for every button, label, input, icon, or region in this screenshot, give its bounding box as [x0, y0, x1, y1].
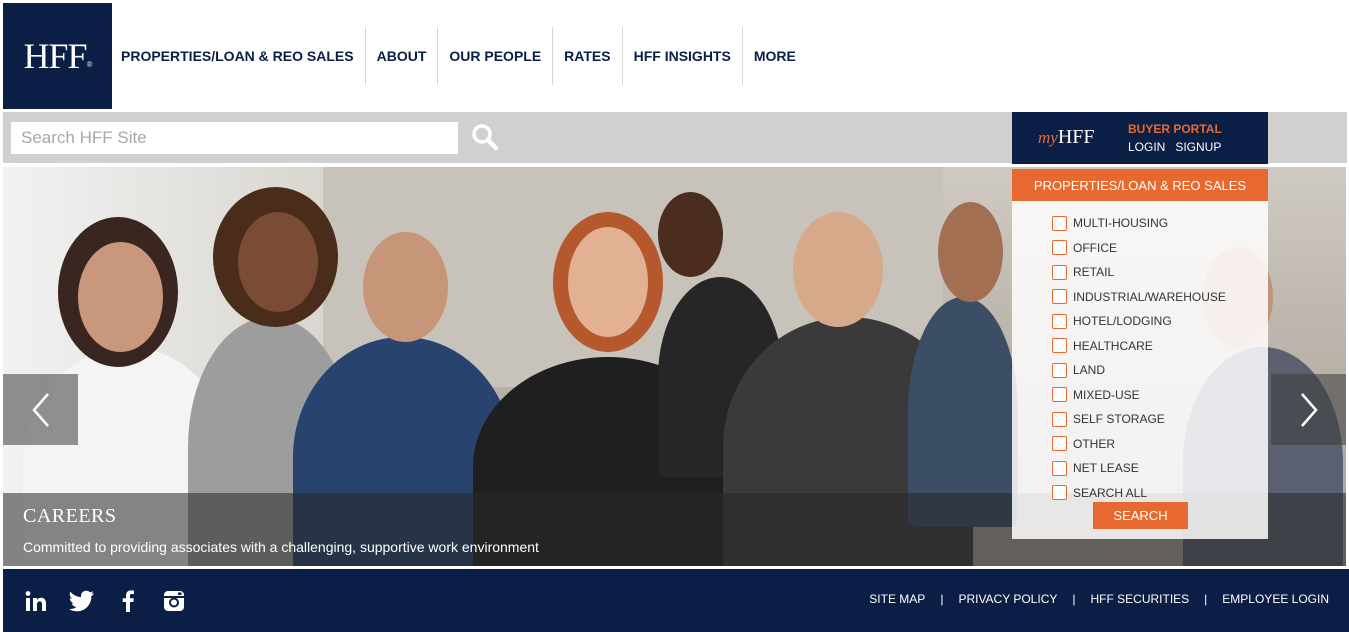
- option-office[interactable]: OFFICE: [1052, 236, 1268, 261]
- search-input[interactable]: [11, 122, 458, 154]
- nav-item-more[interactable]: MORE: [743, 27, 807, 85]
- option-label: SEARCH ALL: [1073, 485, 1148, 500]
- footer-divider: |: [1072, 592, 1076, 606]
- option-label: LAND: [1073, 363, 1106, 378]
- hero-title[interactable]: CAREERS: [23, 505, 117, 528]
- option-label: SELF STORAGE: [1073, 412, 1165, 427]
- checkbox[interactable]: [1052, 362, 1067, 378]
- checkbox[interactable]: [1052, 460, 1067, 476]
- main-nav: PROPERTIES/LOAN & REO SALES ABOUT OUR PE…: [112, 27, 807, 85]
- checkbox[interactable]: [1052, 387, 1067, 403]
- site-header: HFF ® PROPERTIES/LOAN & REO SALES ABOUT O…: [0, 0, 1349, 111]
- option-label: INDUSTRIAL/WAREHOUSE: [1073, 289, 1226, 304]
- option-label: MULTI-HOUSING: [1073, 216, 1169, 231]
- carousel-prev-button[interactable]: [3, 374, 78, 445]
- property-type-list: MULTI-HOUSING OFFICE RETAIL INDUSTRIAL/W…: [1012, 201, 1268, 505]
- option-retail[interactable]: RETAIL: [1052, 260, 1268, 285]
- chevron-left-icon: [31, 392, 49, 427]
- buyer-portal-title: BUYER PORTAL: [1128, 122, 1222, 136]
- logo-text: HFF: [23, 36, 87, 76]
- option-net-lease[interactable]: NET LEASE: [1052, 456, 1268, 481]
- panel-header: PROPERTIES/LOAN & REO SALES: [1012, 169, 1268, 201]
- facebook-icon[interactable]: [115, 588, 141, 614]
- nav-item-rates[interactable]: RATES: [553, 27, 623, 85]
- footer-links: SITE MAP | PRIVACY POLICY | HFF SECURITI…: [869, 592, 1329, 606]
- properties-search-button[interactable]: SEARCH: [1093, 502, 1188, 529]
- option-mixed-use[interactable]: MIXED-USE: [1052, 383, 1268, 408]
- option-healthcare[interactable]: HEALTHCARE: [1052, 334, 1268, 359]
- option-label: MIXED-USE: [1073, 387, 1140, 402]
- checkbox[interactable]: [1052, 313, 1067, 329]
- option-label: HEALTHCARE: [1073, 338, 1153, 353]
- twitter-icon[interactable]: [69, 588, 95, 614]
- myhff-logo[interactable]: myHFF: [1038, 126, 1095, 149]
- option-label: OFFICE: [1073, 240, 1117, 255]
- signup-link[interactable]: SIGNUP: [1175, 140, 1221, 154]
- checkbox[interactable]: [1052, 215, 1067, 231]
- checkbox[interactable]: [1052, 436, 1067, 452]
- myhff-logo-my: my: [1038, 128, 1058, 147]
- option-label: OTHER: [1073, 436, 1115, 451]
- checkbox[interactable]: [1052, 289, 1067, 305]
- footer-link-hff-securities[interactable]: HFF SECURITIES: [1091, 592, 1190, 606]
- option-other[interactable]: OTHER: [1052, 432, 1268, 457]
- checkbox[interactable]: [1052, 411, 1067, 427]
- nav-item-our-people[interactable]: OUR PEOPLE: [438, 27, 554, 85]
- option-label: HOTEL/LODGING: [1073, 314, 1172, 329]
- nav-item-about[interactable]: ABOUT: [366, 27, 439, 85]
- site-footer: SITE MAP | PRIVACY POLICY | HFF SECURITI…: [3, 569, 1349, 632]
- checkbox[interactable]: [1052, 485, 1067, 501]
- checkbox[interactable]: [1052, 338, 1067, 354]
- chevron-right-icon: [1300, 392, 1318, 427]
- nav-item-hff-insights[interactable]: HFF INSIGHTS: [623, 27, 743, 85]
- linkedin-icon[interactable]: [23, 588, 49, 614]
- option-label: RETAIL: [1073, 265, 1115, 280]
- login-link[interactable]: LOGIN: [1128, 140, 1165, 154]
- social-links: [23, 588, 187, 614]
- properties-search-panel: PROPERTIES/LOAN & REO SALES MULTI-HOUSIN…: [1012, 169, 1268, 539]
- footer-link-employee-login[interactable]: EMPLOYEE LOGIN: [1222, 592, 1329, 606]
- footer-divider: |: [1204, 592, 1208, 606]
- option-industrial-warehouse[interactable]: INDUSTRIAL/WAREHOUSE: [1052, 285, 1268, 310]
- instagram-icon[interactable]: [161, 588, 187, 614]
- footer-divider: |: [940, 592, 944, 606]
- option-self-storage[interactable]: SELF STORAGE: [1052, 407, 1268, 432]
- checkbox[interactable]: [1052, 240, 1067, 256]
- hero-subtitle: Committed to providing associates with a…: [23, 539, 539, 555]
- hff-logo[interactable]: HFF ®: [3, 3, 112, 109]
- nav-item-properties[interactable]: PROPERTIES/LOAN & REO SALES: [112, 27, 366, 85]
- buyer-portal: myHFF BUYER PORTAL LOGIN SIGNUP: [1012, 112, 1268, 164]
- footer-link-privacy-policy[interactable]: PRIVACY POLICY: [958, 592, 1057, 606]
- option-multi-housing[interactable]: MULTI-HOUSING: [1052, 211, 1268, 236]
- carousel-next-button[interactable]: [1271, 374, 1346, 445]
- logo-registered-mark: ®: [86, 59, 92, 69]
- myhff-logo-brand: HFF: [1057, 126, 1095, 148]
- checkbox[interactable]: [1052, 264, 1067, 280]
- footer-link-site-map[interactable]: SITE MAP: [869, 592, 925, 606]
- option-land[interactable]: LAND: [1052, 358, 1268, 383]
- option-label: NET LEASE: [1073, 461, 1139, 476]
- portal-links: LOGIN SIGNUP: [1128, 140, 1221, 154]
- option-hotel-lodging[interactable]: HOTEL/LODGING: [1052, 309, 1268, 334]
- search-icon[interactable]: [471, 123, 499, 151]
